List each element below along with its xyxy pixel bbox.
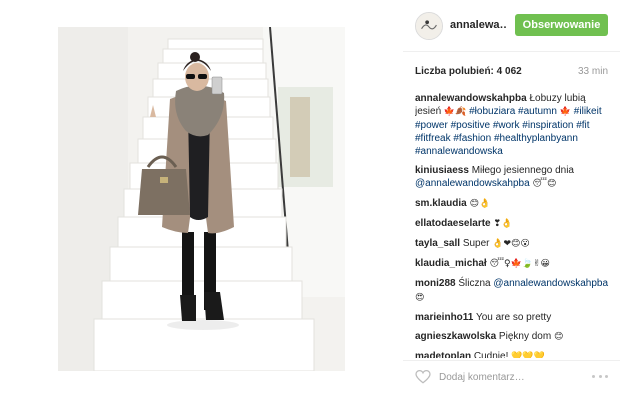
comment-item: madetoplan Cudnie! 💛💛💛 [415, 350, 611, 358]
emoji: 👌❤😊😮 [492, 239, 530, 249]
post-photo [58, 27, 345, 371]
comment-text: Cudnie! [471, 351, 512, 358]
likes-count[interactable]: Liczba polubień: 4 062 [415, 66, 522, 77]
hashtag-link[interactable]: #inspiration [520, 120, 573, 131]
comment-username[interactable]: klaudia_michał [415, 258, 487, 269]
emoji: 😊 [553, 332, 564, 342]
emoji: 😊👌 [466, 199, 491, 209]
comment-item: ellatodaeselarte ❣👌 [415, 217, 611, 231]
emoji: 🍁 [556, 107, 572, 117]
comment-item: moni288 Śliczna @annalewandowskahpba 😍 [415, 277, 611, 305]
hashtag-link[interactable]: #positive [448, 120, 490, 131]
hashtag-link[interactable]: #ilikeit [571, 106, 602, 117]
hashtag-link[interactable]: #work [490, 120, 520, 131]
comment-text: Piękny dom [496, 331, 554, 342]
hashtag-link[interactable]: #fashion [451, 133, 491, 144]
comment-text: You are so pretty [473, 312, 552, 323]
comment-username[interactable]: sm.klaudia [415, 198, 467, 209]
add-comment-input[interactable] [439, 370, 579, 384]
hashtag-link[interactable]: #healthyplanbyann [491, 133, 578, 144]
emoji: 🍁🍂 [443, 107, 467, 117]
comment-username[interactable]: moni288 [415, 278, 456, 289]
emoji: 😍 [415, 293, 425, 303]
comments-list: annalewandowskahpba Łobuzy lubią jesień … [415, 92, 611, 358]
emoji: 😴😊 [529, 179, 557, 189]
more-options-icon[interactable] [592, 375, 608, 379]
avatar[interactable] [415, 12, 443, 40]
mention-link[interactable]: @annalewandowskahpba [493, 278, 608, 289]
heart-icon[interactable] [415, 370, 431, 384]
comment-item: tayla_sall Super 👌❤😊😮 [415, 237, 611, 251]
comment-text: Miłego jesiennego dnia [468, 165, 574, 176]
follow-button[interactable]: Obserwowanie [515, 14, 608, 36]
comment-item: klaudia_michał 😴♀🍁🍃✌😀 [415, 257, 611, 271]
comment-item: agnieszkawolska Piękny dom 😊 [415, 330, 611, 344]
post-caption: annalewandowskahpba Łobuzy lubią jesień … [415, 92, 611, 158]
comment-username[interactable]: agnieszkawolska [415, 331, 496, 342]
post-stats: Liczba polubień: 4 062 33 min [415, 66, 608, 77]
hashtag-link[interactable]: #power [415, 120, 448, 131]
comment-item: sm.klaudia 😊👌 [415, 197, 611, 211]
post-time[interactable]: 33 min [578, 66, 608, 77]
post-header: annalewa… Obserwowanie [403, 0, 620, 52]
hashtag-link[interactable]: #łobuziara [466, 106, 515, 117]
mention-link[interactable]: @annalewandowskahpba [415, 178, 530, 189]
post-side-panel: annalewa… Obserwowanie Liczba polubień: … [403, 0, 620, 396]
comment-item: kiniusiaess Miłego jesiennego dnia @anna… [415, 164, 611, 191]
hashtag-link[interactable]: #fitfreak [415, 133, 451, 144]
comment-username[interactable]: annalewandowskahpba [415, 93, 527, 104]
comment-item: marieinho11 You are so pretty [415, 311, 611, 324]
username[interactable]: annalewa… [450, 19, 506, 31]
comment-username[interactable]: tayla_sall [415, 238, 460, 249]
emoji: 😴♀🍁🍃✌😀 [486, 259, 550, 269]
comment-username[interactable]: marieinho11 [415, 312, 473, 323]
comment-text: Śliczna [455, 278, 494, 289]
comment-text: Super [460, 238, 493, 249]
hashtag-link[interactable]: #fit [573, 120, 589, 131]
emoji: 💛💛💛 [511, 352, 545, 358]
hashtag-link[interactable]: #annalewandowska [415, 146, 503, 157]
comment-username[interactable]: madetoplan [415, 351, 471, 358]
post-footer [403, 360, 620, 396]
hashtag-link[interactable]: #autumn [515, 106, 557, 117]
comment-username[interactable]: kiniusiaess [415, 165, 469, 176]
emoji: ❣👌 [490, 219, 513, 229]
comment-username[interactable]: ellatodaeselarte [415, 218, 491, 229]
